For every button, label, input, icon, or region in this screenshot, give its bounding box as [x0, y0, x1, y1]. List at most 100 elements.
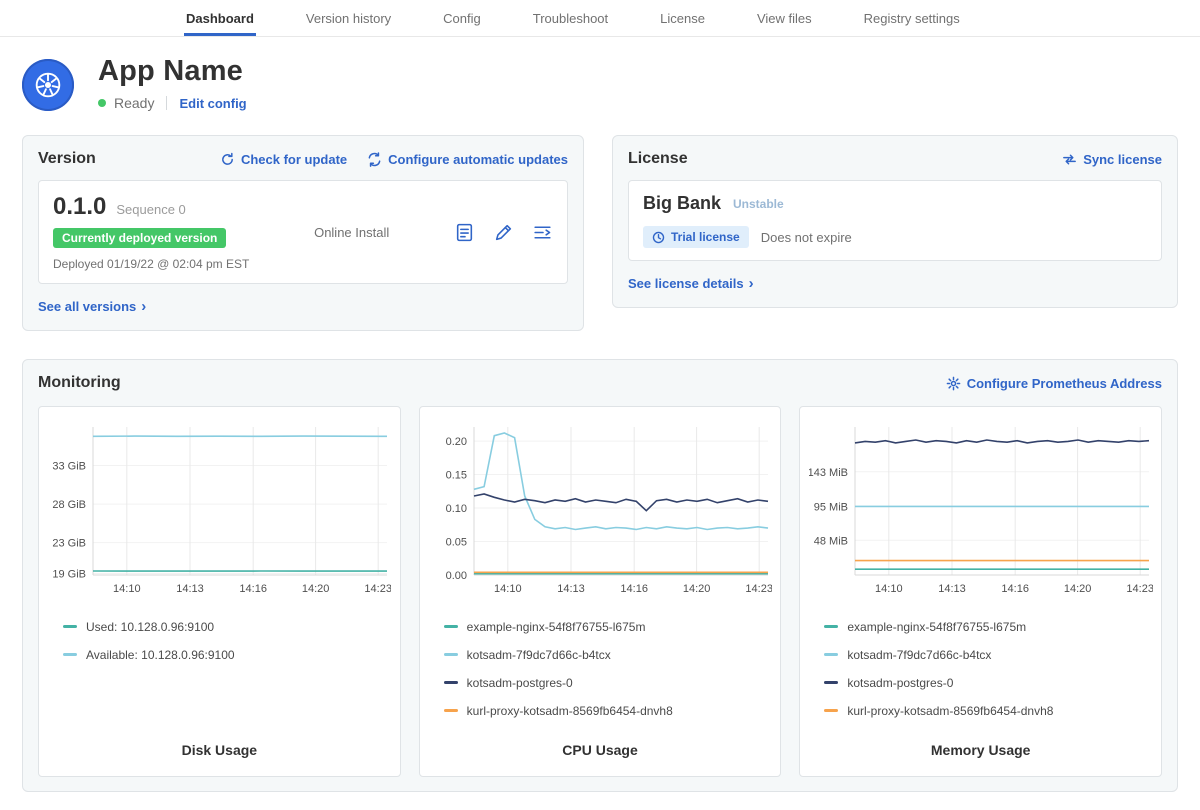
ready-status-dot: [98, 99, 106, 107]
divider: [166, 96, 167, 110]
legend-swatch: [63, 625, 77, 628]
monitoring-section: Monitoring Configure Prometheus Address …: [22, 359, 1178, 792]
svg-text:14:20: 14:20: [1064, 583, 1092, 595]
see-all-versions-link[interactable]: See all versions ›: [38, 298, 146, 315]
legend-swatch: [444, 681, 458, 684]
legend-swatch: [444, 653, 458, 656]
version-sequence: Sequence 0: [116, 202, 185, 217]
tab-label: Config: [443, 11, 481, 26]
trial-license-badge: Trial license: [643, 226, 749, 248]
monitoring-header: Monitoring Configure Prometheus Address: [38, 374, 1162, 392]
check-for-update-link[interactable]: Check for update: [220, 152, 347, 167]
svg-text:14:13: 14:13: [938, 583, 966, 595]
legend-item: Available: 10.128.0.96:9100: [63, 644, 392, 665]
svg-text:14:10: 14:10: [494, 583, 522, 595]
app-header-text: App Name Ready Edit config: [98, 55, 247, 111]
tab-config[interactable]: Config: [417, 0, 507, 36]
tab-view-files[interactable]: View files: [731, 0, 838, 36]
configure-automatic-updates-link[interactable]: Configure automatic updates: [367, 152, 568, 167]
refresh-icon: [220, 152, 235, 167]
cpu-usage-legend: example-nginx-54f8f76755-l675m kotsadm-7f…: [428, 601, 773, 728]
version-card-header: Version Check for update Configure autom…: [38, 150, 568, 168]
svg-text:14:16: 14:16: [240, 583, 268, 595]
svg-text:0.00: 0.00: [446, 570, 467, 582]
legend-item: example-nginx-54f8f76755-l675m: [824, 616, 1153, 637]
current-version-panel: 0.1.0 Sequence 0 Currently deployed vers…: [38, 180, 568, 284]
svg-text:0.05: 0.05: [446, 537, 467, 549]
legend-label: kotsadm-7f9dc7d66c-b4tcx: [467, 648, 611, 662]
legend-swatch: [824, 681, 838, 684]
tab-label: Registry settings: [864, 11, 960, 26]
tab-registry-settings[interactable]: Registry settings: [838, 0, 986, 36]
legend-item: kotsadm-postgres-0: [824, 672, 1153, 693]
svg-text:143 MiB: 143 MiB: [809, 467, 848, 479]
tab-troubleshoot[interactable]: Troubleshoot: [507, 0, 634, 36]
license-expiry: Does not expire: [761, 230, 852, 245]
svg-text:14:20: 14:20: [302, 583, 330, 595]
edit-config-link[interactable]: Edit config: [179, 96, 246, 111]
tab-license[interactable]: License: [634, 0, 731, 36]
version-card-title: Version: [38, 150, 96, 168]
svg-text:14:23: 14:23: [365, 583, 392, 595]
svg-text:28 GiB: 28 GiB: [53, 499, 87, 511]
chevron-right-icon: ›: [141, 298, 146, 315]
chart-card-disk-usage: 19 GiB23 GiB28 GiB33 GiB14:1014:1314:161…: [38, 406, 401, 777]
svg-text:14:13: 14:13: [177, 583, 205, 595]
legend-label: Available: 10.128.0.96:9100: [86, 648, 235, 662]
version-action-icons: [454, 222, 553, 243]
app-title: App Name: [98, 55, 247, 88]
chart-title-cpu: CPU Usage: [428, 728, 773, 764]
gear-icon: [946, 376, 961, 391]
license-name-row: Big Bank Unstable: [643, 193, 1147, 214]
svg-text:0.20: 0.20: [446, 436, 467, 448]
legend-label: example-nginx-54f8f76755-l675m: [847, 620, 1026, 634]
summary-cards-row: Version Check for update Configure autom…: [0, 111, 1200, 331]
legend-label: kurl-proxy-kotsadm-8569fb6454-dnvh8: [467, 704, 673, 718]
svg-text:48 MiB: 48 MiB: [813, 535, 847, 547]
deploy-logs-icon[interactable]: [532, 222, 553, 243]
tab-dashboard[interactable]: Dashboard: [160, 0, 280, 36]
svg-text:14:10: 14:10: [875, 583, 903, 595]
see-license-details-label: See license details: [628, 276, 744, 291]
legend-item: kotsadm-7f9dc7d66c-b4tcx: [824, 644, 1153, 665]
chart-card-cpu-usage: 0.000.050.100.150.2014:1014:1314:1614:20…: [419, 406, 782, 777]
legend-item: kotsadm-7f9dc7d66c-b4tcx: [444, 644, 773, 665]
license-card-title: License: [628, 150, 688, 168]
chart-title-memory: Memory Usage: [808, 728, 1153, 764]
tab-label: Dashboard: [186, 11, 254, 26]
svg-text:14:10: 14:10: [113, 583, 141, 595]
svg-text:0.15: 0.15: [446, 470, 467, 482]
memory-usage-legend: example-nginx-54f8f76755-l675m kotsadm-7f…: [808, 601, 1153, 728]
svg-text:19 GiB: 19 GiB: [53, 569, 87, 581]
license-channel: Unstable: [733, 197, 784, 211]
tab-label: License: [660, 11, 705, 26]
legend-label: kotsadm-postgres-0: [467, 676, 573, 690]
trial-license-label: Trial license: [671, 230, 740, 244]
version-card-actions: Check for update Configure automatic upd…: [220, 152, 568, 167]
legend-label: kurl-proxy-kotsadm-8569fb6454-dnvh8: [847, 704, 1053, 718]
version-info: 0.1.0 Sequence 0 Currently deployed vers…: [53, 193, 249, 271]
memory-usage-chart: 48 MiB95 MiB143 MiB14:1014:1314:1614:201…: [809, 419, 1153, 601]
svg-text:14:23: 14:23: [745, 583, 772, 595]
release-notes-icon[interactable]: [454, 222, 475, 243]
edit-config-pencil-icon[interactable]: [493, 222, 514, 243]
disk-usage-legend: Used: 10.128.0.96:9100Available: 10.128.…: [47, 601, 392, 672]
svg-text:95 MiB: 95 MiB: [813, 501, 847, 513]
configure-prometheus-link[interactable]: Configure Prometheus Address: [946, 376, 1162, 391]
svg-text:33 GiB: 33 GiB: [53, 461, 87, 473]
sync-icon: [1062, 152, 1077, 167]
license-customer-name: Big Bank: [643, 193, 721, 214]
legend-swatch: [824, 625, 838, 628]
clock-icon: [652, 231, 665, 244]
see-license-details-link[interactable]: See license details ›: [628, 275, 754, 292]
monitoring-title: Monitoring: [38, 374, 121, 392]
version-card: Version Check for update Configure autom…: [22, 135, 584, 331]
install-type-label: Online Install: [314, 225, 389, 240]
legend-swatch: [824, 653, 838, 656]
svg-text:0.10: 0.10: [446, 503, 467, 515]
svg-text:14:23: 14:23: [1126, 583, 1153, 595]
sync-license-link[interactable]: Sync license: [1062, 152, 1162, 167]
legend-label: example-nginx-54f8f76755-l675m: [467, 620, 646, 634]
legend-item: example-nginx-54f8f76755-l675m: [444, 616, 773, 637]
tab-version-history[interactable]: Version history: [280, 0, 417, 36]
